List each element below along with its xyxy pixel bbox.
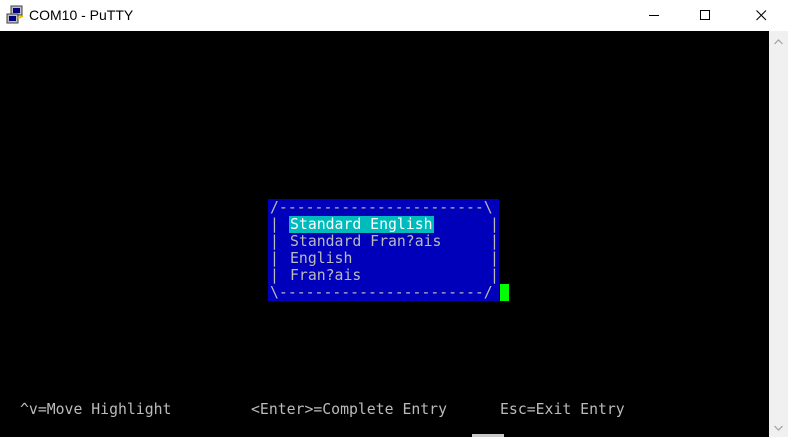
scroll-down-arrow-icon (774, 418, 783, 436)
putty-window: COM10 - PuTTY /-----------------------\ … (0, 0, 788, 437)
dialog-side-right: | (490, 267, 499, 284)
close-icon (755, 9, 767, 21)
dialog-border-top: /-----------------------\ (270, 199, 493, 216)
dialog-side-left: | (270, 250, 279, 267)
terminal-cursor (500, 284, 509, 301)
scroll-up-button[interactable] (769, 31, 788, 50)
close-button[interactable] (738, 0, 784, 30)
minimize-icon (648, 10, 660, 21)
putty-computer-icon[interactable] (6, 5, 26, 25)
scroll-down-button[interactable] (769, 417, 788, 436)
option-english[interactable]: English (289, 250, 353, 267)
maximize-button[interactable] (682, 0, 728, 30)
dialog-border-bottom: \-----------------------/ (270, 284, 493, 301)
title-bar[interactable]: COM10 - PuTTY (0, 0, 788, 31)
option-standard-francais[interactable]: Standard Fran?ais (289, 233, 442, 250)
scroll-up-arrow-icon (774, 32, 783, 50)
vertical-scrollbar[interactable] (769, 31, 788, 437)
dialog-side-right: | (490, 216, 499, 233)
window-title: COM10 - PuTTY (29, 7, 134, 23)
maximize-icon (699, 9, 711, 21)
dialog-side-left: | (270, 267, 279, 284)
dialog-side-left: | (270, 216, 279, 233)
language-select-dialog: /-----------------------\ | | | | | | | … (268, 199, 499, 301)
dialog-side-right: | (490, 233, 499, 250)
terminal-screen[interactable]: /-----------------------\ | | | | | | | … (0, 31, 769, 437)
status-move-hint: ^v=Move Highlight (20, 401, 172, 418)
minimize-button[interactable] (631, 0, 677, 30)
status-enter-hint: <Enter>=Complete Entry (251, 401, 447, 418)
dialog-side-right: | (490, 250, 499, 267)
option-francais[interactable]: Fran?ais (289, 267, 362, 284)
option-standard-english[interactable]: Standard English (289, 216, 434, 233)
status-esc-hint: Esc=Exit Entry (500, 401, 625, 418)
scrollbar-thumb[interactable] (771, 51, 786, 415)
dialog-side-left: | (270, 233, 279, 250)
